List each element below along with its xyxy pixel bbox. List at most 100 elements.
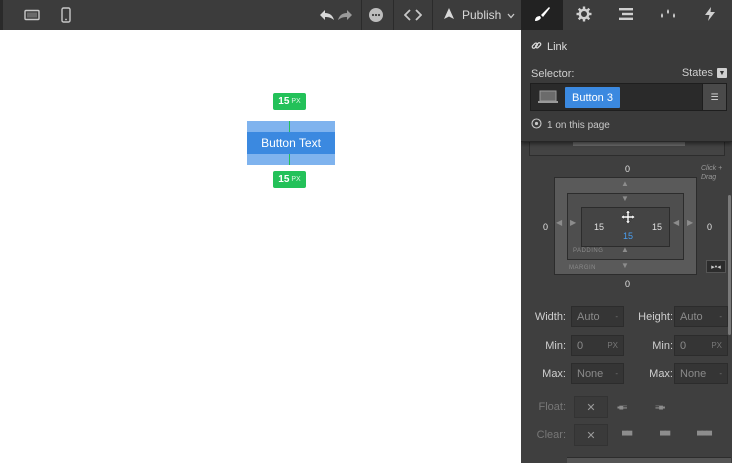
- clear-left-icon[interactable]: ▀▀: [622, 431, 632, 440]
- max-width-label: Max:: [542, 368, 566, 380]
- on-page-text: 1 on this page: [547, 119, 610, 131]
- max-height-value: None: [680, 367, 707, 380]
- phone-icon[interactable]: [52, 0, 80, 30]
- margin-bottom-value: 15: [278, 174, 290, 185]
- clear-label: Clear:: [536, 429, 566, 441]
- toolbar-edge: [0, 0, 3, 30]
- clear-none-button[interactable]: ✕: [574, 424, 608, 446]
- selected-button-element[interactable]: Button Text: [247, 121, 335, 165]
- comment-icon[interactable]: [364, 0, 388, 30]
- publish-button[interactable]: Publish: [436, 0, 522, 30]
- margin-right-handle-icon[interactable]: ▶: [687, 218, 693, 227]
- margin-bottom-unit: PX: [291, 176, 301, 183]
- desktop-icon[interactable]: [18, 0, 46, 30]
- selector-field[interactable]: Button 3 ☰: [530, 83, 727, 111]
- button-text[interactable]: Button Text: [247, 132, 335, 154]
- element-type-label: Link: [547, 41, 568, 53]
- padding-bottom-handle-icon[interactable]: ▲: [621, 245, 629, 254]
- float-right-icon[interactable]: ≡■▪: [655, 403, 665, 412]
- padding-bottom-value[interactable]: 15: [623, 231, 633, 241]
- redo-icon[interactable]: [336, 0, 354, 30]
- toolbar-divider: [361, 0, 362, 30]
- height-value: Auto: [680, 310, 703, 323]
- states-dropdown[interactable]: States ▼: [682, 67, 727, 79]
- min-width-unit[interactable]: PX: [607, 341, 618, 350]
- target-icon: [531, 118, 542, 132]
- padding-guide-bottom: [289, 154, 293, 165]
- padding-top-handle-icon[interactable]: ▼: [621, 194, 629, 203]
- margin-bottom-handle-icon[interactable]: ▼: [621, 261, 629, 270]
- tab-style[interactable]: [521, 0, 563, 30]
- publish-label: Publish: [462, 8, 502, 22]
- interactions-drops-icon: [659, 7, 677, 24]
- float-none-button[interactable]: ✕: [574, 396, 608, 418]
- max-height-label: Max:: [649, 368, 673, 380]
- max-width-unit-dropdown[interactable]: -: [615, 369, 618, 378]
- move-cursor-icon: [620, 209, 636, 227]
- max-width-input[interactable]: None -: [571, 363, 624, 384]
- margin-right-value[interactable]: 0: [707, 222, 712, 232]
- height-unit-dropdown[interactable]: -: [719, 312, 722, 321]
- margin-label: MARGIN: [569, 265, 596, 271]
- max-height-unit-dropdown[interactable]: -: [719, 369, 722, 378]
- padding-label: PADDING: [573, 248, 604, 254]
- min-width-input[interactable]: 0 PX: [571, 335, 624, 356]
- min-width-label: Min:: [545, 340, 566, 352]
- max-width-value: None: [577, 367, 604, 380]
- margin-top-badge[interactable]: 15 PX: [273, 93, 306, 110]
- class-chip[interactable]: Button 3: [565, 87, 620, 108]
- states-label: States: [681, 67, 713, 79]
- on-page-count: 1 on this page: [531, 118, 610, 132]
- auto-margin-button[interactable]: ▸•◂: [706, 260, 726, 273]
- min-height-value: 0: [680, 339, 687, 352]
- margin-left-handle-icon[interactable]: ◀: [556, 218, 562, 227]
- margin-bottom-value[interactable]: 0: [625, 279, 630, 289]
- clear-both-icon[interactable]: ▀▀▀: [697, 431, 712, 440]
- tab-settings[interactable]: [563, 0, 605, 30]
- undo-icon[interactable]: [318, 0, 336, 30]
- margin-top-handle-icon[interactable]: ▲: [621, 179, 629, 188]
- top-toolbar: Publish: [0, 0, 732, 30]
- link-icon: [531, 40, 542, 54]
- margin-top-value: 15: [278, 96, 290, 107]
- code-icon[interactable]: [397, 0, 429, 30]
- margin-top-unit: PX: [291, 98, 301, 105]
- max-height-input[interactable]: None -: [674, 363, 728, 384]
- rocket-icon: [442, 7, 456, 24]
- selector-header: Link Selector: States ▼ Button 3 ☰ 1 on …: [521, 30, 732, 142]
- toolbar-divider: [393, 0, 394, 30]
- float-left-icon[interactable]: ▪■≡: [617, 403, 627, 412]
- margin-left-value[interactable]: 0: [543, 222, 548, 232]
- panel-scrollbar[interactable]: [728, 195, 731, 335]
- lightning-icon: [704, 6, 716, 25]
- margin-bottom-badge[interactable]: 15 PX: [273, 171, 306, 188]
- padding-guide-top: [289, 121, 293, 132]
- width-unit-dropdown[interactable]: -: [615, 312, 618, 321]
- settings-gear-icon: [576, 6, 592, 25]
- tab-interactions[interactable]: [647, 0, 689, 30]
- min-height-input[interactable]: 0 PX: [674, 335, 728, 356]
- width-label: Width:: [534, 311, 566, 323]
- tab-navigator[interactable]: [605, 0, 647, 30]
- padding-left-value[interactable]: 15: [594, 222, 604, 232]
- height-input[interactable]: Auto -: [674, 306, 728, 327]
- chevron-down-icon: [507, 8, 515, 22]
- width-input[interactable]: Auto -: [571, 306, 624, 327]
- breakpoint-desktop-icon[interactable]: [536, 88, 560, 106]
- clear-right-icon[interactable]: ▀▀: [660, 431, 670, 440]
- design-canvas[interactable]: 15 PX Button Text 15 PX: [0, 30, 521, 463]
- padding-left-handle-icon[interactable]: ▶: [570, 218, 576, 227]
- style-panel: Link Selector: States ▼ Button 3 ☰ 1 on …: [521, 30, 732, 463]
- padding-right-handle-icon[interactable]: ◀: [673, 218, 679, 227]
- padding-right-value[interactable]: 15: [652, 222, 662, 232]
- selector-menu-icon[interactable]: ☰: [702, 84, 726, 110]
- selector-label: Selector:: [531, 68, 575, 80]
- style-brush-icon: [533, 5, 551, 26]
- min-height-unit[interactable]: PX: [711, 341, 722, 350]
- margin-top-value[interactable]: 0: [625, 164, 630, 174]
- tab-lightning[interactable]: [689, 0, 731, 30]
- width-value: Auto: [577, 310, 600, 323]
- float-label: Float:: [538, 401, 566, 413]
- element-type: Link: [531, 40, 567, 54]
- click-drag-hint: Click + Drag: [701, 165, 723, 181]
